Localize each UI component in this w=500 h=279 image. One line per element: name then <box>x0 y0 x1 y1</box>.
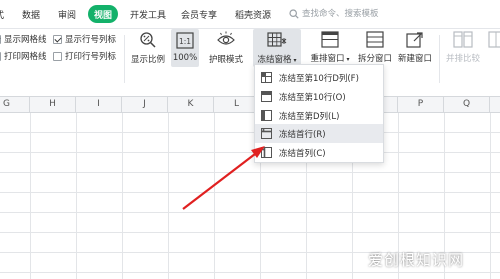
annotation-arrow <box>182 146 265 210</box>
watermark: 爱创根知识网 <box>368 251 465 269</box>
spreadsheet-window: 公式 数据 审阅 视图 开发工具 会员专享 稻壳资源 查找命令、搜索模板 显示网… <box>0 0 500 279</box>
